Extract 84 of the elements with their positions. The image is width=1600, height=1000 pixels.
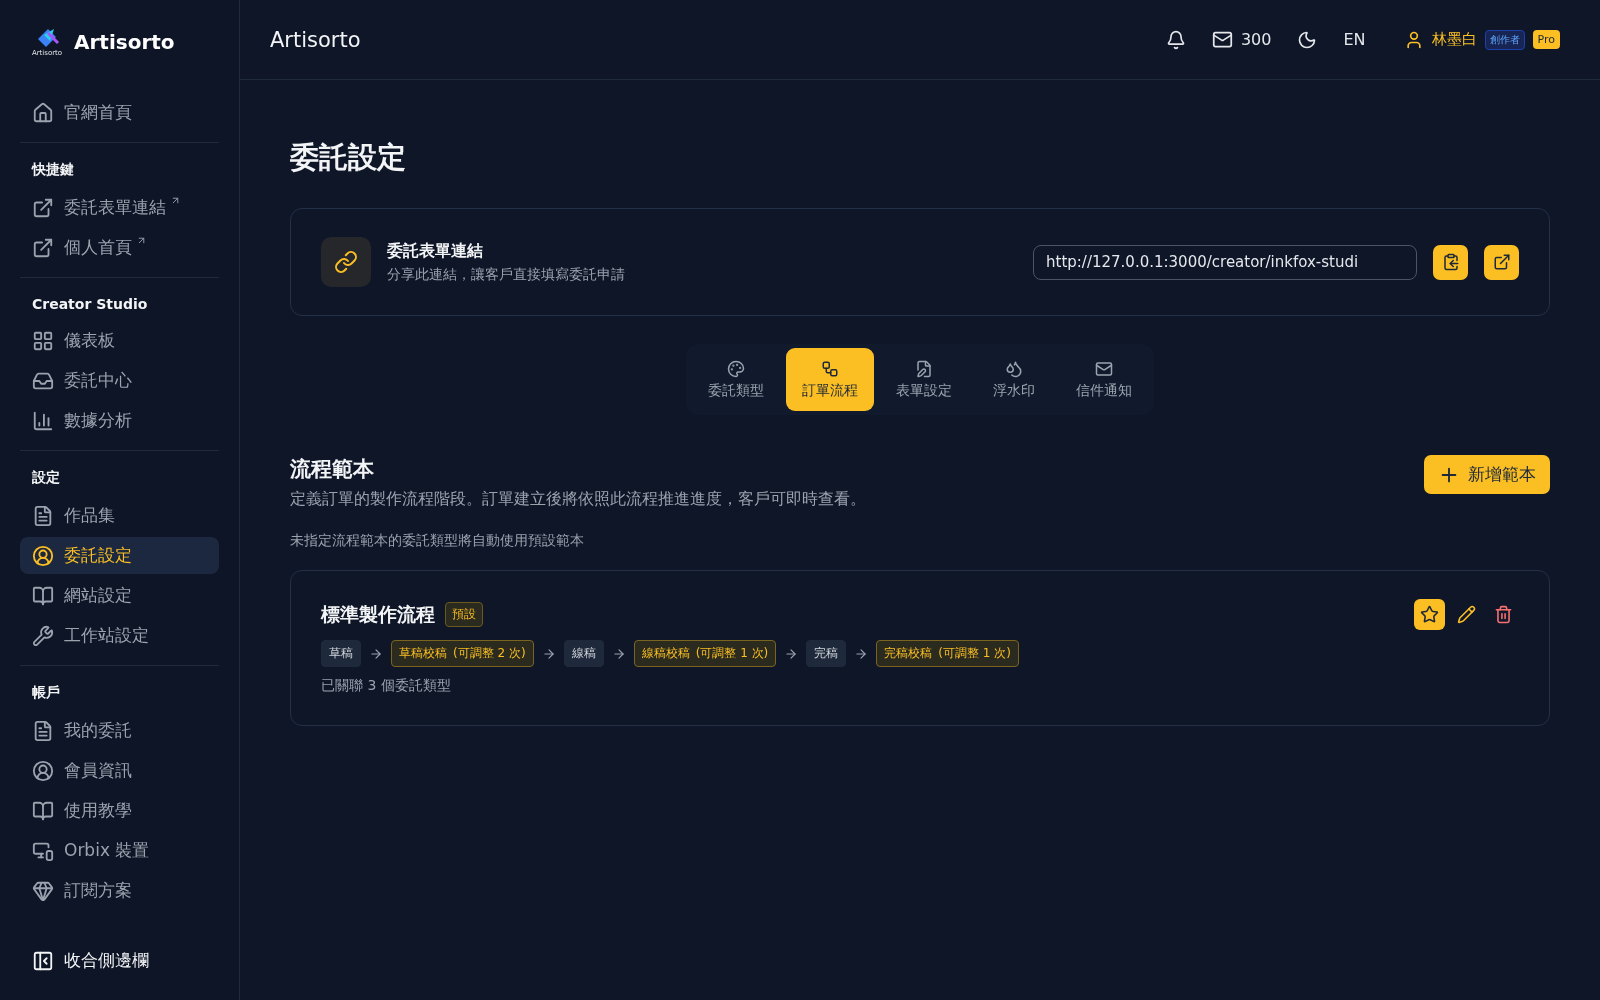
stage-tag: 線稿 (563, 640, 604, 667)
trash-icon (1494, 605, 1513, 624)
review-stage-tag: 線稿校稿 (可調整 1 次) (633, 640, 777, 667)
document-icon (32, 719, 54, 742)
home-icon (32, 101, 54, 124)
book-icon (32, 584, 54, 607)
sidebar-item[interactable]: 會員資訊 (20, 752, 219, 789)
star-icon (1420, 605, 1439, 624)
bell-icon (1165, 29, 1186, 50)
arrow-right-icon (611, 646, 626, 661)
star-button[interactable] (1414, 599, 1445, 630)
sidebar-item[interactable]: 我的委託 (20, 712, 219, 749)
tab[interactable]: 委託類型 (690, 348, 782, 411)
copy-button[interactable] (1433, 244, 1468, 280)
arrow-right-icon (541, 646, 556, 661)
link-icon (321, 237, 371, 287)
sidebar-item[interactable]: 網站設定 (20, 577, 219, 614)
card-title: 委託表單連結 (387, 240, 484, 262)
palette-icon (727, 359, 745, 378)
tab[interactable]: 浮水印 (974, 348, 1054, 411)
tab[interactable]: 信件通知 (1058, 348, 1150, 411)
stage-tag: 草稿 (321, 640, 361, 667)
mail-icon (1095, 359, 1113, 378)
page-title: 委託設定 (290, 139, 407, 176)
brand-name: Artisorto (74, 30, 175, 54)
sidebar-item[interactable]: Orbix 裝置 (20, 832, 219, 869)
sidebar-item[interactable]: 委託設定 (20, 537, 219, 574)
section-heading: 帳戶 (31, 683, 61, 702)
plan-badge: Pro (1532, 30, 1560, 49)
sidebar-item[interactable]: 作品集 (20, 497, 219, 534)
external-link-icon (1492, 253, 1511, 271)
sidebar-item[interactable]: 個人首頁 (20, 229, 219, 266)
header-title: Artisorto (270, 27, 362, 52)
user-circle-icon (32, 544, 54, 567)
open-link-button[interactable] (1484, 244, 1519, 280)
external-link-icon (32, 196, 54, 219)
linked-count: 已關聯 3 個委託類型 (321, 677, 452, 695)
external-link-icon (32, 236, 54, 259)
hint-text: 未指定流程範本的委託類型將自動使用預設範本 (290, 532, 585, 550)
droplets-icon (1005, 359, 1023, 378)
clipboard-icon (1441, 253, 1460, 271)
grid-icon (32, 329, 54, 352)
sidebar-item[interactable]: 委託表單連結 (20, 189, 219, 226)
sidebar-item[interactable]: 工作站設定 (20, 617, 219, 654)
file-pen-icon (915, 359, 933, 378)
panel-collapse-icon (32, 949, 54, 972)
tab[interactable]: 訂單流程 (786, 348, 874, 411)
pencil-icon (1457, 605, 1476, 624)
card-subtitle: 分享此連結，讓客戶直接填寫委託申請 (387, 265, 626, 284)
section-heading: Creator Studio (31, 295, 149, 314)
sidebar-item[interactable]: 官網首頁 (20, 94, 219, 131)
wrench-icon (32, 624, 54, 647)
moon-icon (1297, 29, 1318, 50)
user-name: 林墨白 (1431, 30, 1477, 49)
document-icon (32, 504, 54, 527)
bar-chart-icon (32, 409, 54, 432)
review-stage-tag: 完稿校稿 (可調整 1 次) (876, 640, 1019, 667)
section-heading: 快捷鍵 (30, 160, 75, 179)
sidebar-item[interactable]: 數據分析 (20, 402, 219, 439)
default-badge: 預設 (445, 602, 483, 627)
collapse-sidebar-button[interactable]: 收合側邊欄 (20, 942, 219, 979)
tab[interactable]: 表單設定 (878, 348, 970, 411)
book-icon (32, 799, 54, 822)
role-badge: 創作者 (1484, 29, 1525, 50)
language-button[interactable]: EN (1343, 30, 1366, 49)
sidebar-item[interactable]: 使用教學 (20, 792, 219, 829)
mail-icon (1211, 29, 1233, 50)
review-stage-tag: 草稿校稿 (可調整 2 次) (391, 640, 534, 667)
url-field[interactable]: http://127.0.0.1:3000/creator/inkfox-studi (1033, 244, 1417, 280)
section-description: 定義訂單的製作流程階段。訂單建立後將依照此流程推進進度，客戶可即時查看。 (290, 489, 867, 510)
stage-tag: 完稿 (806, 640, 847, 667)
user-circle-icon (32, 759, 54, 782)
workflow-icon (821, 359, 839, 378)
sidebar-item[interactable]: 儀表板 (20, 322, 219, 359)
notifications-button[interactable] (1165, 29, 1186, 50)
mail-button[interactable]: 300 (1211, 29, 1272, 50)
section-heading: 設定 (31, 468, 61, 487)
template-name: 標準製作流程 (321, 601, 435, 627)
theme-button[interactable] (1297, 29, 1318, 50)
add-template-button[interactable]: 新增範本 (1424, 455, 1550, 494)
gem-icon (32, 879, 54, 902)
section-title: 流程範本 (290, 456, 375, 483)
sidebar-item[interactable]: 委託中心 (20, 362, 219, 399)
sidebar-item[interactable]: 訂閱方案 (20, 872, 219, 909)
